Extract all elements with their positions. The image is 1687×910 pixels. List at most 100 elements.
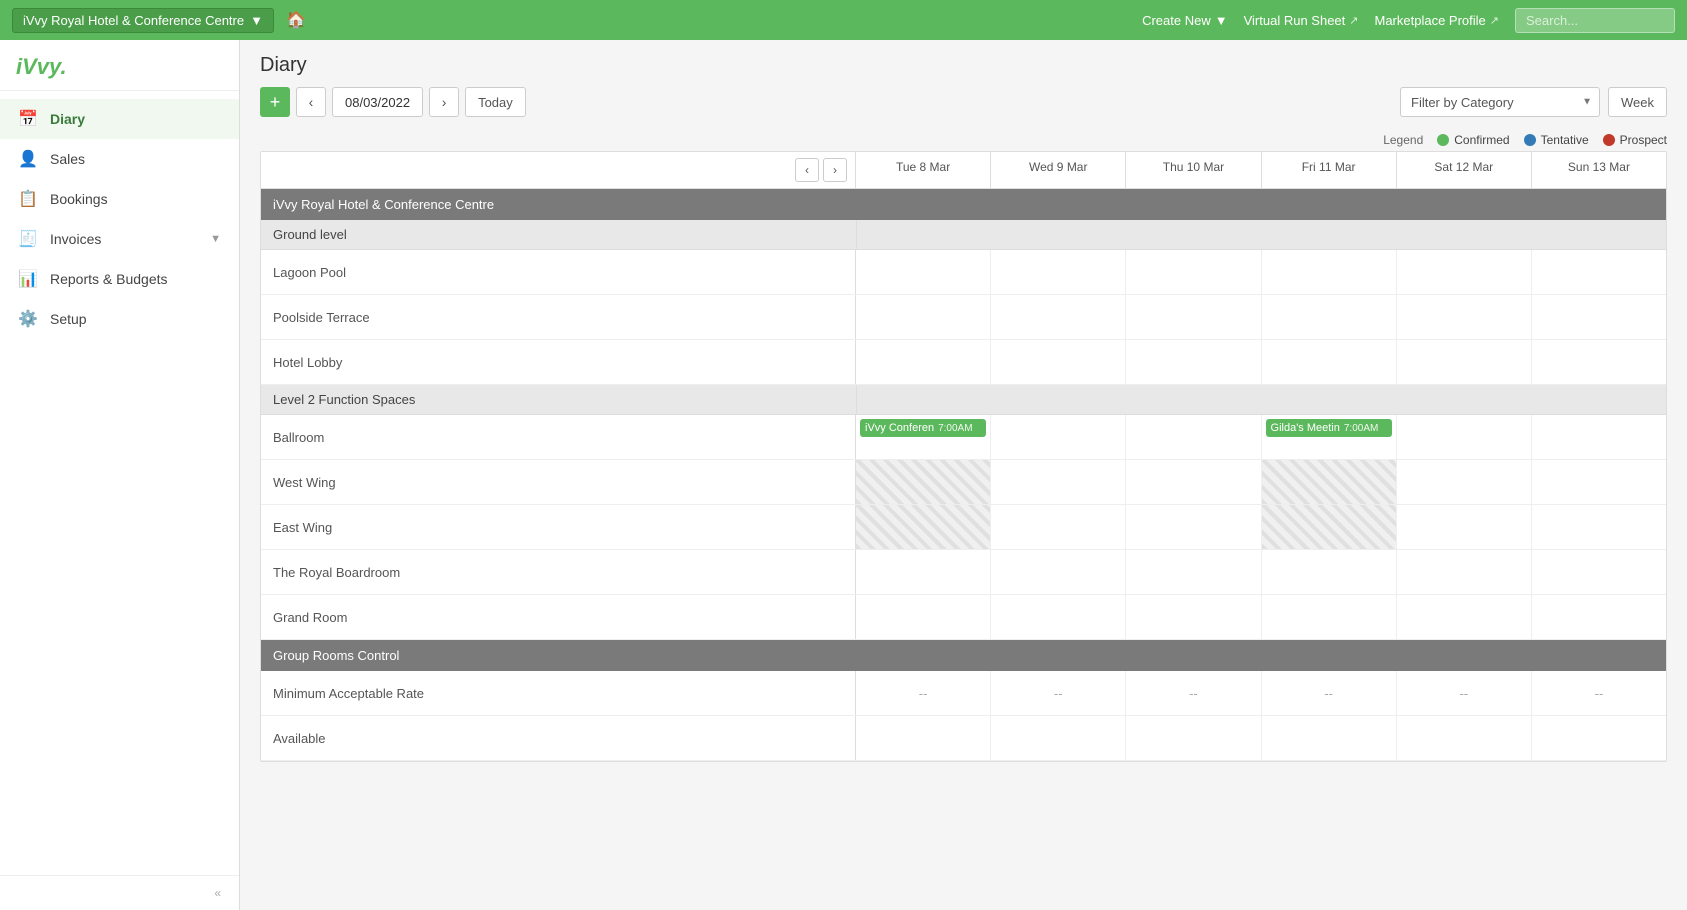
day-cell[interactable] (1397, 505, 1532, 549)
venue-selector[interactable]: iVvy Royal Hotel & Conference Centre ▼ (12, 8, 274, 33)
day-cell[interactable] (856, 716, 991, 760)
day-cell[interactable] (1262, 505, 1397, 549)
day-cell[interactable]: -- (1126, 671, 1261, 715)
calendar-wrapper[interactable]: ‹ › Tue 8 Mar Wed 9 Mar Thu 10 Mar Fri 1… (240, 151, 1687, 910)
row-label-available: Available (261, 716, 856, 760)
day-cell[interactable] (1126, 340, 1261, 384)
search-input[interactable] (1515, 8, 1675, 33)
day-cell[interactable] (1262, 295, 1397, 339)
event-chip[interactable]: iVvy Conferen 7:00AM (860, 419, 986, 437)
day-cell[interactable] (1262, 595, 1397, 639)
day-cell[interactable] (856, 295, 991, 339)
venue-section-fill (856, 189, 1666, 220)
sidebar-item-label: Bookings (50, 191, 108, 207)
table-row: Lagoon Pool (261, 250, 1666, 295)
next-button[interactable]: › (429, 87, 459, 117)
diary-header: Diary + ‹ 08/03/2022 › Today Filter by C… (240, 40, 1687, 127)
dash-value: -- (1536, 675, 1662, 711)
day-cell[interactable]: -- (1262, 671, 1397, 715)
day-cell[interactable] (1532, 460, 1666, 504)
day-cell[interactable] (1397, 250, 1532, 294)
day-cell[interactable] (991, 295, 1126, 339)
day-cell[interactable] (1262, 716, 1397, 760)
day-cell[interactable] (1532, 505, 1666, 549)
day-cell[interactable] (1262, 250, 1397, 294)
day-cell[interactable] (856, 595, 991, 639)
event-chip[interactable]: Gilda's Meetin 7:00AM (1266, 419, 1392, 437)
day-cell[interactable] (1532, 550, 1666, 594)
home-icon[interactable]: 🏠 (282, 6, 310, 34)
day-cell[interactable] (991, 550, 1126, 594)
day-cell[interactable] (1532, 415, 1666, 459)
day-cell[interactable] (856, 550, 991, 594)
today-button[interactable]: Today (465, 87, 526, 117)
day-cell[interactable] (1397, 295, 1532, 339)
filter-by-category[interactable]: Filter by Category (1400, 87, 1600, 117)
day-cell[interactable] (1397, 415, 1532, 459)
sidebar-item-sales[interactable]: 👤 Sales (0, 139, 239, 179)
day-cell[interactable] (1532, 716, 1666, 760)
day-cell[interactable] (1126, 716, 1261, 760)
day-cell[interactable] (991, 595, 1126, 639)
day-cell[interactable] (856, 250, 991, 294)
marketplace-profile-link[interactable]: Marketplace Profile ↗ (1375, 13, 1500, 28)
day-cell[interactable] (1532, 595, 1666, 639)
create-new-button[interactable]: Create New ▼ (1142, 13, 1228, 28)
day-cell[interactable] (1397, 716, 1532, 760)
day-cell[interactable] (1126, 505, 1261, 549)
sidebar-item-reports[interactable]: 📊 Reports & Budgets (0, 259, 239, 299)
add-button[interactable]: + (260, 87, 290, 117)
cal-next-button[interactable]: › (823, 158, 847, 182)
sidebar-item-setup[interactable]: ⚙️ Setup (0, 299, 239, 339)
day-cell[interactable] (1126, 460, 1261, 504)
day-cell[interactable] (1126, 415, 1261, 459)
day-cell[interactable] (1532, 340, 1666, 384)
day-cell[interactable] (1397, 550, 1532, 594)
day-cell[interactable]: -- (1397, 671, 1532, 715)
venue-name: iVvy Royal Hotel & Conference Centre (23, 13, 244, 28)
tentative-dot (1524, 134, 1536, 146)
day-cell[interactable] (1126, 550, 1261, 594)
prev-button[interactable]: ‹ (296, 87, 326, 117)
table-row: Poolside Terrace (261, 295, 1666, 340)
table-row: Grand Room (261, 595, 1666, 640)
day-cell[interactable] (991, 716, 1126, 760)
event-time: 7:00AM (938, 423, 972, 434)
week-view-button[interactable]: Week (1608, 87, 1667, 117)
day-cell[interactable] (856, 460, 991, 504)
table-row: Minimum Acceptable Rate -- -- -- -- -- -… (261, 671, 1666, 716)
virtual-run-sheet-link[interactable]: Virtual Run Sheet ↗ (1244, 13, 1359, 28)
day-cell[interactable] (1262, 550, 1397, 594)
sidebar-item-label: Diary (50, 111, 85, 127)
day-cell[interactable] (856, 340, 991, 384)
sidebar-collapse-button[interactable]: « (0, 875, 239, 910)
day-cell[interactable] (991, 505, 1126, 549)
day-cell[interactable]: -- (1532, 671, 1666, 715)
day-cell[interactable]: iVvy Conferen 7:00AM (856, 415, 991, 459)
sidebar-item-bookings[interactable]: 📋 Bookings (0, 179, 239, 219)
day-cell[interactable] (1126, 250, 1261, 294)
day-cell[interactable] (1262, 340, 1397, 384)
day-cell[interactable] (991, 250, 1126, 294)
day-cell[interactable] (1397, 460, 1532, 504)
day-cell[interactable] (1532, 295, 1666, 339)
cal-prev-button[interactable]: ‹ (795, 158, 819, 182)
day-cell[interactable]: -- (856, 671, 991, 715)
sidebar-item-diary[interactable]: 📅 Diary (0, 99, 239, 139)
day-cell[interactable]: -- (991, 671, 1126, 715)
day-cell[interactable] (991, 340, 1126, 384)
day-cell[interactable] (1126, 595, 1261, 639)
sidebar-item-invoices[interactable]: 🧾 Invoices ▼ (0, 219, 239, 259)
day-cell[interactable] (1262, 460, 1397, 504)
day-cell[interactable] (1126, 295, 1261, 339)
day-cell[interactable] (991, 415, 1126, 459)
day-cell[interactable] (856, 505, 991, 549)
row-label-ballroom: Ballroom (261, 415, 856, 459)
day-cell[interactable]: Gilda's Meetin 7:00AM (1262, 415, 1397, 459)
row-label-royal-boardroom: The Royal Boardroom (261, 550, 856, 594)
day-cell[interactable] (1397, 340, 1532, 384)
day-cell[interactable] (991, 460, 1126, 504)
event-time: 7:00AM (1344, 423, 1378, 434)
day-cell[interactable] (1532, 250, 1666, 294)
day-cell[interactable] (1397, 595, 1532, 639)
